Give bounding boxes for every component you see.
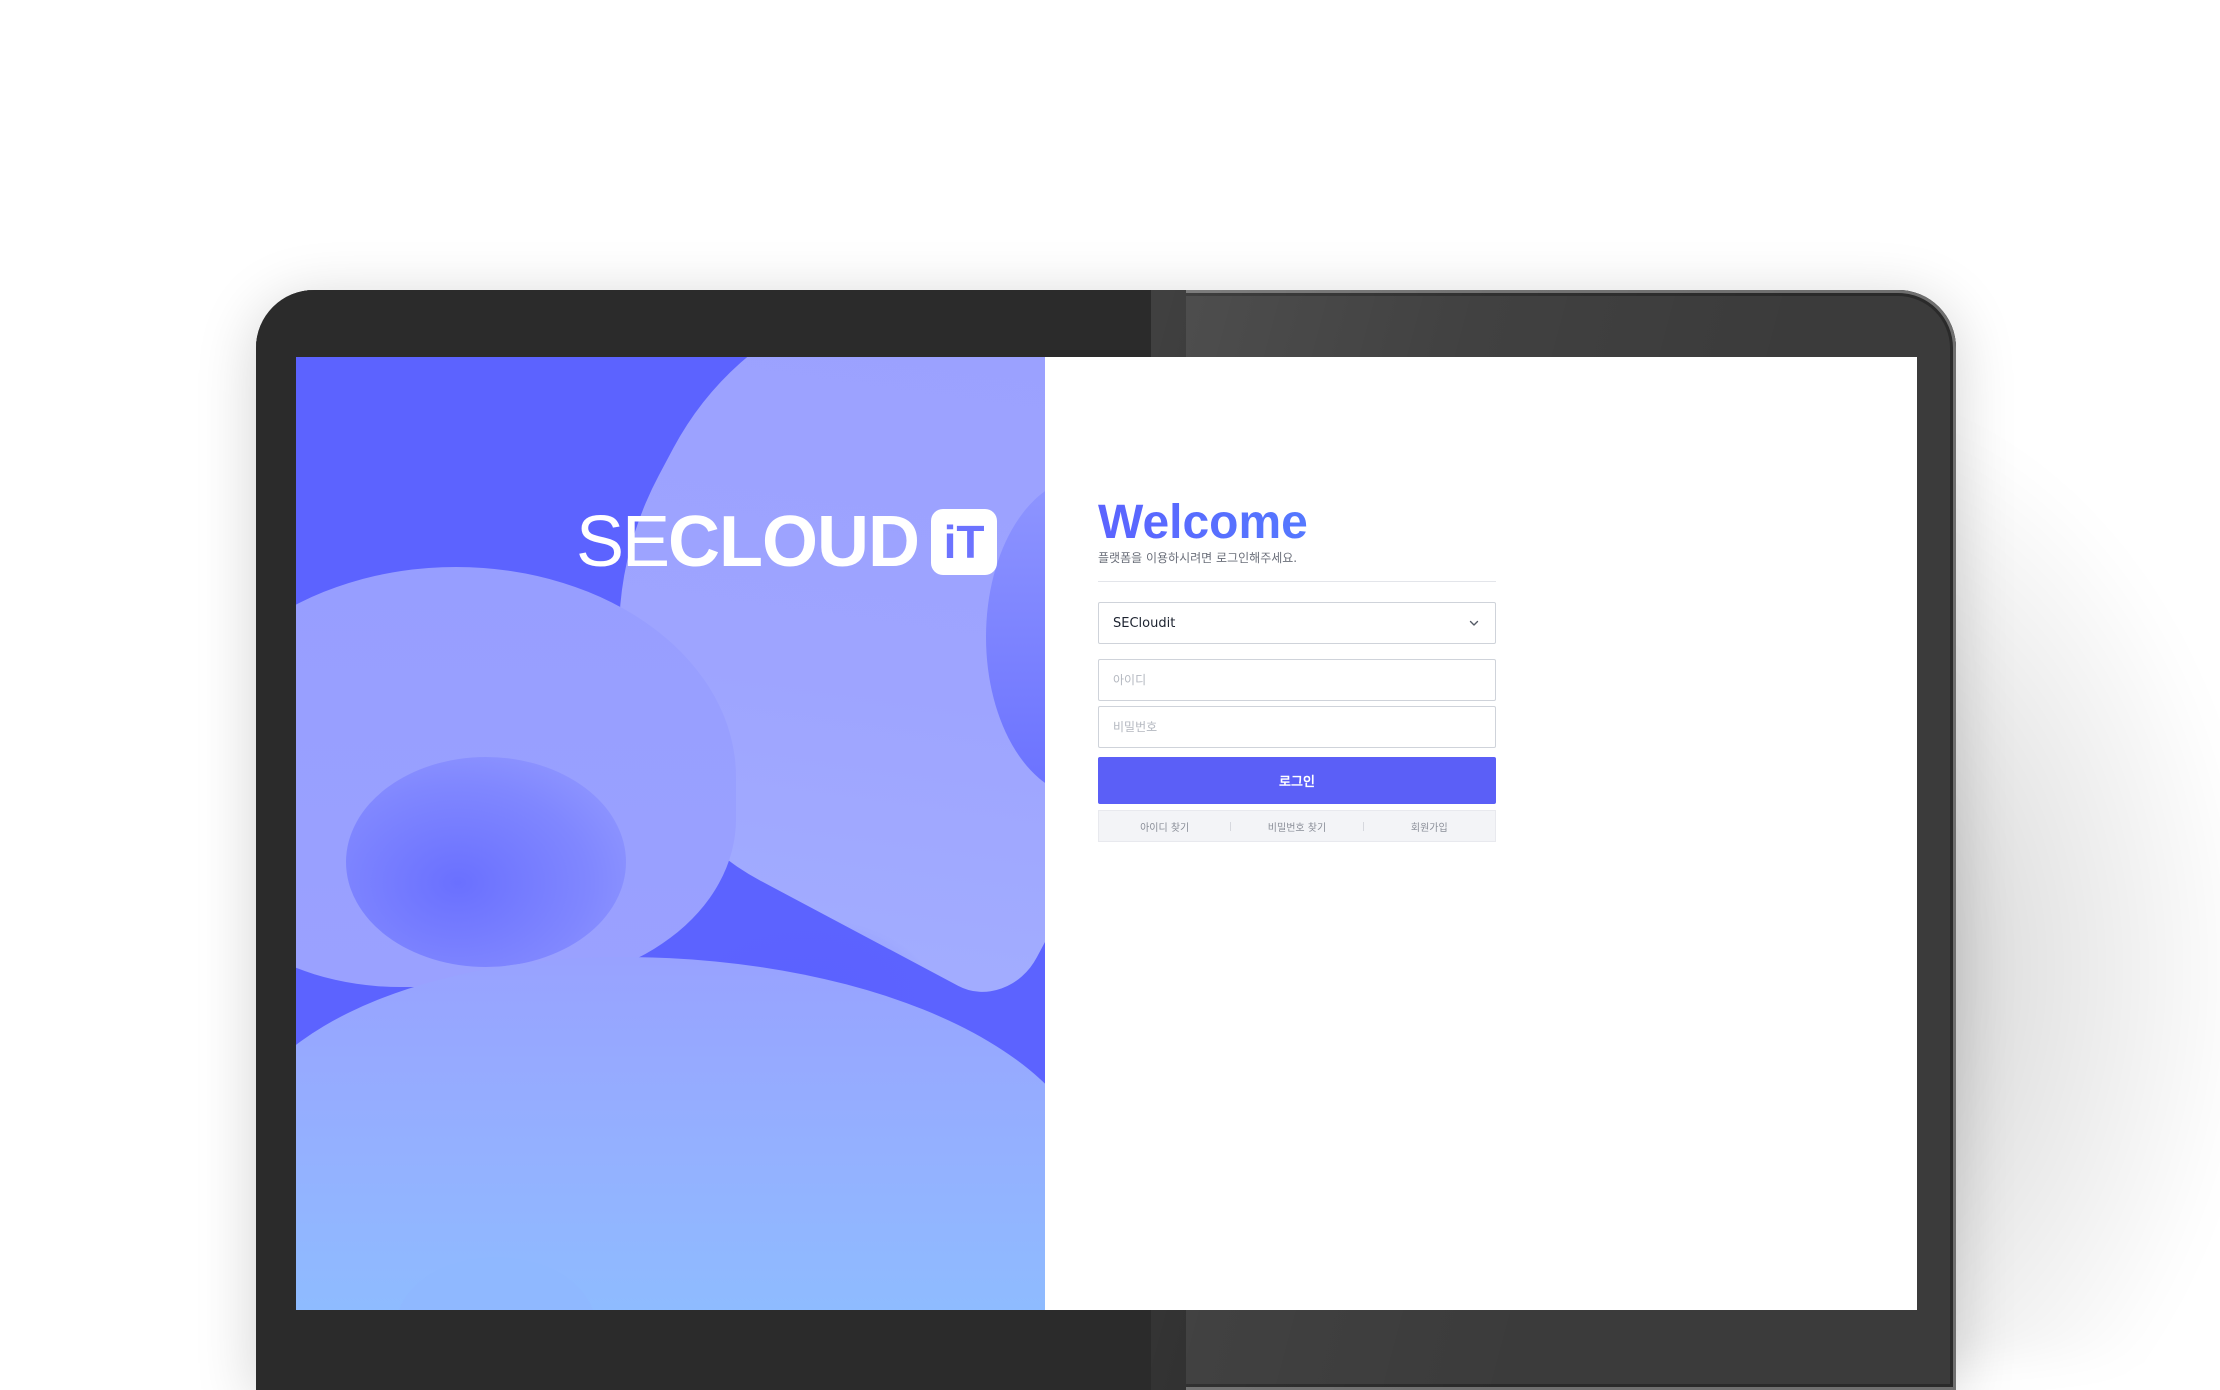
art-shape (346, 757, 626, 967)
signup-link[interactable]: 회원가입 (1364, 819, 1495, 834)
brand-art-panel: SE CLOUD iT (296, 357, 1045, 1310)
logo-text-bold: CLOUD (668, 502, 920, 582)
find-id-link[interactable]: 아이디 찾기 (1099, 819, 1230, 834)
find-password-link[interactable]: 비밀번호 찾기 (1231, 819, 1362, 834)
secloudit-logo: SE CLOUD iT (576, 502, 998, 582)
user-id-input[interactable] (1098, 659, 1496, 701)
login-button[interactable]: 로그인 (1098, 757, 1496, 804)
login-subtitle: 플랫폼을 이용하시려면 로그인해주세요. (1098, 551, 1298, 565)
login-screen: SE CLOUD iT Welcome 플랫폼을 이용하시려면 로그인해주세요.… (296, 357, 1917, 1310)
divider (1098, 581, 1496, 582)
logo-badge: iT (931, 509, 998, 575)
organization-select[interactable]: SECloudit (1098, 602, 1496, 644)
login-form: Welcome 플랫폼을 이용하시려면 로그인해주세요. SECloudit 로… (1098, 497, 1496, 842)
chevron-down-icon (1467, 616, 1481, 630)
organization-select-value: SECloudit (1113, 615, 1176, 631)
password-input[interactable] (1098, 706, 1496, 748)
page-title: Welcome (1098, 497, 1496, 549)
logo-text-thin: SE (576, 502, 670, 582)
account-links: 아이디 찾기 비밀번호 찾기 회원가입 (1098, 810, 1496, 842)
